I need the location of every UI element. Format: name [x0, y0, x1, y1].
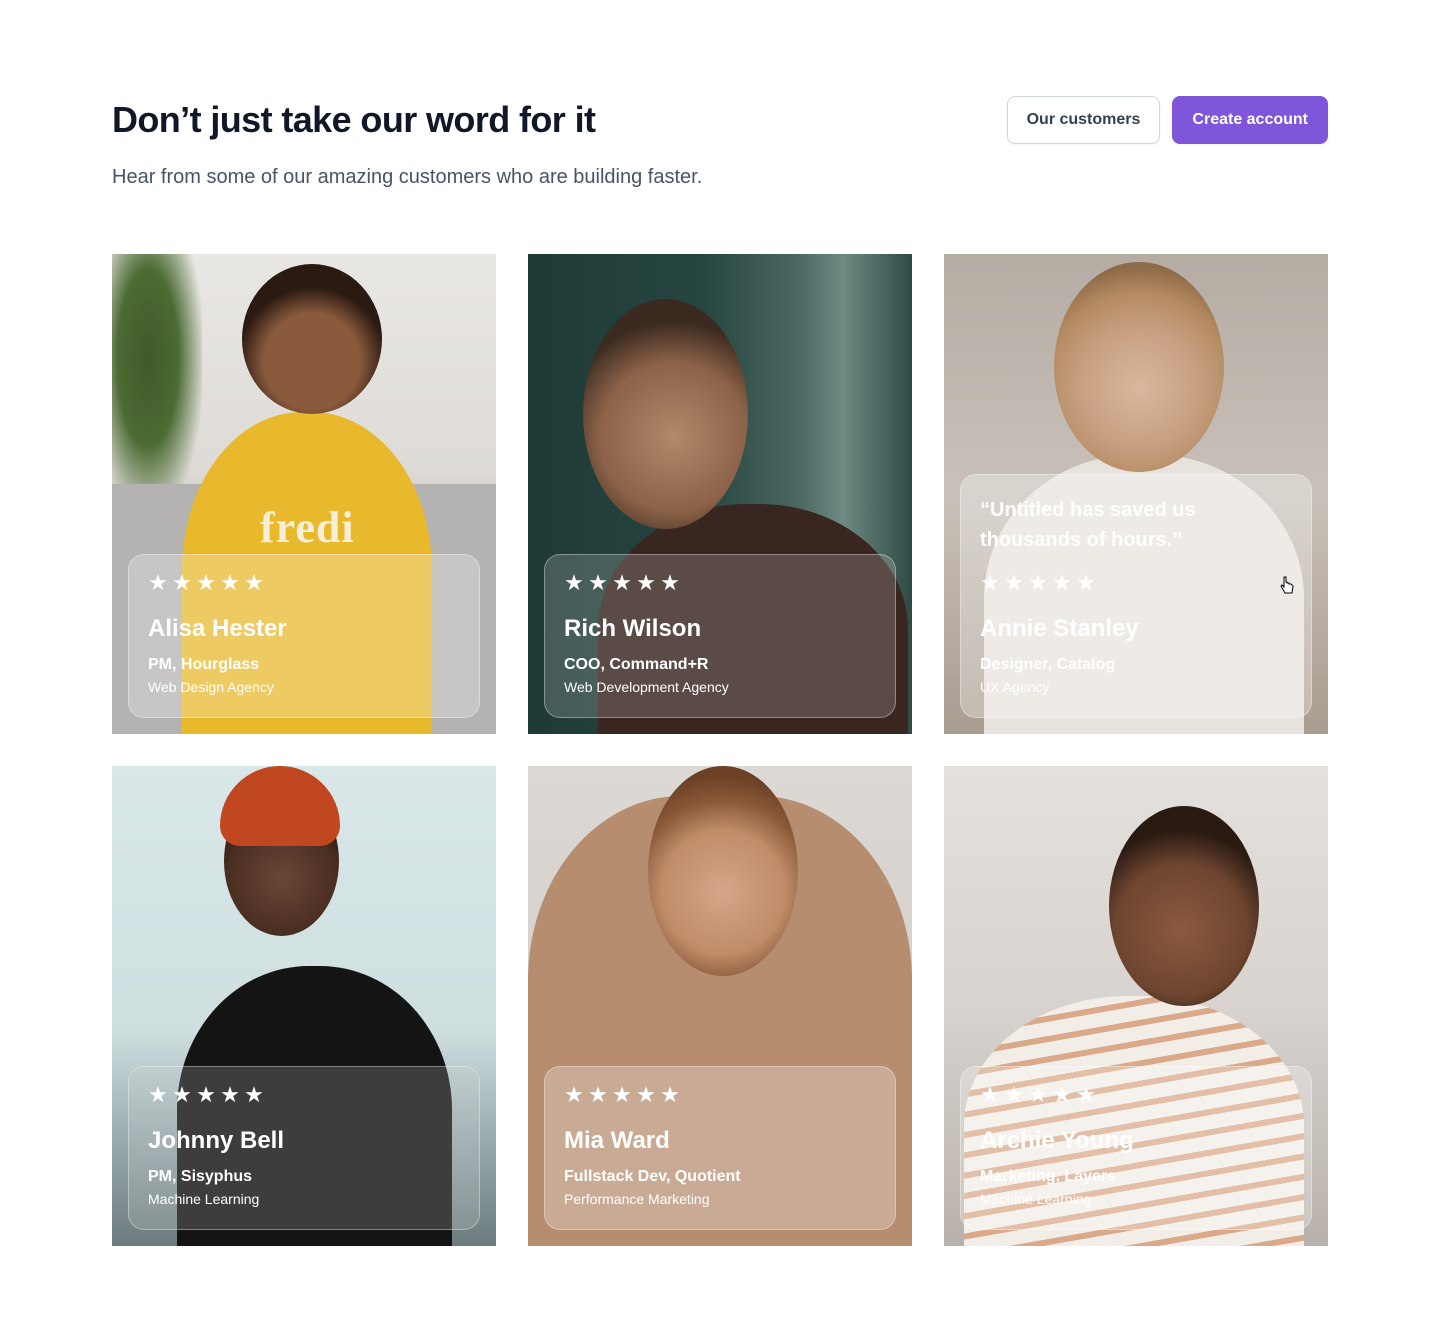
star-icon: ★: [564, 570, 584, 595]
star-icon: ★: [980, 570, 1000, 595]
testimonial-quote: “Untitled has saved us thousands of hour…: [980, 499, 1196, 551]
star-icon: ★: [172, 570, 192, 595]
testimonial-grid: fredi ★ ★ ★ ★ ★ Alisa Hester PM, Hourgla…: [112, 254, 1328, 1246]
pointer-cursor-icon: [1280, 576, 1294, 594]
testimonial-card-johnny-bell[interactable]: ★ ★ ★ ★ ★ Johnny Bell PM, Sisyphus Machi…: [112, 766, 496, 1246]
star-icon: ★: [1028, 570, 1048, 595]
star-icon: ★: [1052, 570, 1072, 595]
customer-role: COO, Command+R: [564, 656, 709, 673]
star-icon: ★: [588, 570, 608, 595]
customer-company: Web Development Agency: [564, 679, 729, 695]
customer-company: Performance Marketing: [564, 1191, 710, 1207]
customer-company: Machine Learning: [980, 1191, 1092, 1207]
customer-role: PM, Sisyphus: [148, 1168, 253, 1185]
customer-name: Archie Young: [980, 1127, 1134, 1154]
create-account-button[interactable]: Create account: [1172, 96, 1328, 144]
star-icon: ★: [588, 1082, 608, 1107]
testimonial-overlay: ★ ★ ★ ★ ★ Alisa Hester PM, Hourglass Web…: [128, 554, 480, 718]
testimonial-card-archie-young[interactable]: ★ ★ ★ ★ ★ Archie Young Marketing, Layers…: [944, 766, 1328, 1246]
testimonials-section: Don’t just take our word for it Hear fro…: [0, 0, 1440, 1342]
star-icon: ★: [980, 1082, 1000, 1107]
star-icon: ★: [244, 570, 264, 595]
face-shape: [1109, 806, 1259, 1006]
testimonial-overlay: ★ ★ ★ ★ ★ Archie Young Marketing, Layers…: [960, 1066, 1312, 1230]
star-icon: ★: [220, 1082, 240, 1107]
star-icon: ★: [1076, 570, 1096, 595]
customer-name: Rich Wilson: [564, 615, 702, 642]
sweater-logo-text: fredi: [260, 503, 355, 552]
face-shape: [583, 299, 748, 529]
testimonial-overlay: “Untitled has saved us thousands of hour…: [960, 474, 1312, 718]
rating-stars: ★ ★ ★ ★ ★: [980, 570, 1292, 595]
our-customers-button[interactable]: Our customers: [1006, 96, 1161, 144]
star-icon: ★: [1052, 1082, 1072, 1107]
section-title: Don’t just take our word for it: [112, 99, 596, 140]
rating-stars: ★ ★ ★ ★ ★: [564, 570, 876, 595]
star-icon: ★: [636, 1082, 656, 1107]
star-icon: ★: [148, 570, 168, 595]
customer-name: Annie Stanley: [980, 615, 1139, 642]
rating-stars: ★ ★ ★ ★ ★: [148, 1082, 460, 1107]
star-icon: ★: [1004, 570, 1024, 595]
star-icon: ★: [172, 1082, 192, 1107]
customer-role: PM, Hourglass: [148, 656, 260, 673]
rating-stars: ★ ★ ★ ★ ★: [564, 1082, 876, 1107]
star-icon: ★: [148, 1082, 168, 1107]
section-header: Don’t just take our word for it Hear fro…: [112, 96, 1328, 196]
customer-role: Marketing, Layers: [980, 1168, 1117, 1185]
star-icon: ★: [636, 570, 656, 595]
beanie-shape: [220, 766, 340, 846]
star-icon: ★: [196, 1082, 216, 1107]
star-icon: ★: [1028, 1082, 1048, 1107]
customer-name: Mia Ward: [564, 1127, 670, 1154]
testimonial-card-annie-stanley[interactable]: “Untitled has saved us thousands of hour…: [944, 254, 1328, 734]
testimonial-card-mia-ward[interactable]: ★ ★ ★ ★ ★ Mia Ward Fullstack Dev, Quotie…: [528, 766, 912, 1246]
star-icon: ★: [220, 570, 240, 595]
star-icon: ★: [244, 1082, 264, 1107]
star-icon: ★: [564, 1082, 584, 1107]
star-icon: ★: [612, 570, 632, 595]
testimonial-overlay: ★ ★ ★ ★ ★ Johnny Bell PM, Sisyphus Machi…: [128, 1066, 480, 1230]
rating-stars: ★ ★ ★ ★ ★: [980, 1082, 1292, 1107]
face-shape: [648, 766, 798, 976]
customer-role: Designer, Catalog: [980, 656, 1116, 673]
star-icon: ★: [660, 570, 680, 595]
star-icon: ★: [1076, 1082, 1096, 1107]
testimonial-overlay: ★ ★ ★ ★ ★ Mia Ward Fullstack Dev, Quotie…: [544, 1066, 896, 1230]
testimonial-card-rich-wilson[interactable]: ★ ★ ★ ★ ★ Rich Wilson COO, Command+R Web…: [528, 254, 912, 734]
star-icon: ★: [1004, 1082, 1024, 1107]
star-icon: ★: [612, 1082, 632, 1107]
customer-name: Alisa Hester: [148, 615, 287, 642]
testimonial-card-alisa-hester[interactable]: fredi ★ ★ ★ ★ ★ Alisa Hester PM, Hourgla…: [112, 254, 496, 734]
customer-name: Johnny Bell: [148, 1127, 285, 1154]
testimonial-overlay: ★ ★ ★ ★ ★ Rich Wilson COO, Command+R Web…: [544, 554, 896, 718]
star-icon: ★: [196, 570, 216, 595]
customer-company: Web Design Agency: [148, 679, 274, 695]
header-actions: Our customers Create account: [1006, 96, 1328, 144]
rating-stars: ★ ★ ★ ★ ★: [148, 570, 460, 595]
section-subtitle: Hear from some of our amazing customers …: [112, 166, 703, 188]
customer-role: Fullstack Dev, Quotient: [564, 1168, 741, 1185]
face-shape: [1054, 262, 1224, 472]
customer-company: Machine Learning: [148, 1191, 260, 1207]
face-shape: [242, 264, 382, 414]
plant-shape: [112, 254, 202, 514]
star-icon: ★: [660, 1082, 680, 1107]
customer-company: UX Agency: [980, 679, 1050, 695]
